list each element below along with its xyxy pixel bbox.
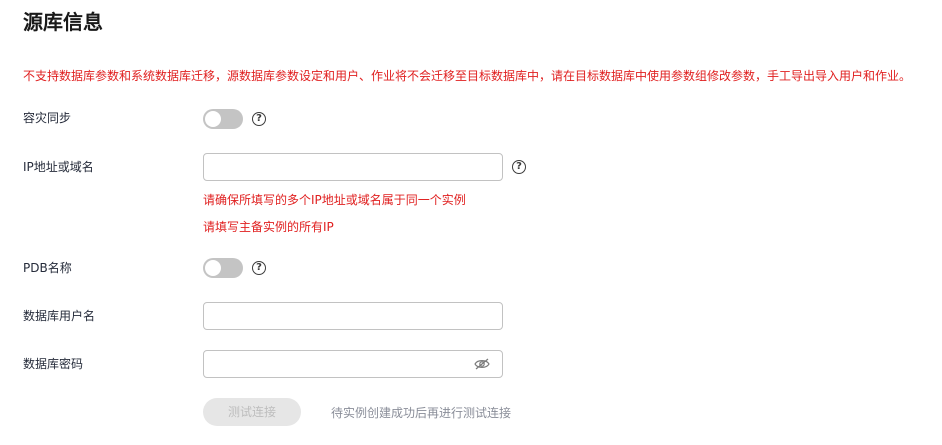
ip-domain-label: IP地址或域名 [23,160,94,174]
ip-domain-help-icon[interactable]: ? [512,160,526,174]
eye-hidden-icon[interactable] [474,358,490,370]
ip-domain-hint-same-instance: 请确保所填写的多个IP地址或域名属于同一个实例 [203,193,466,207]
db-user-field[interactable] [203,302,503,330]
toggle-knob [205,260,221,276]
source-db-info-page: 源库信息 不支持数据库参数和系统数据库迁移，源数据库参数设定和用户、作业将不会迁… [0,0,942,445]
toggle-knob [205,111,221,127]
db-password-label: 数据库密码 [23,357,84,371]
disaster-sync-toggle[interactable] [203,109,243,129]
db-user-label: 数据库用户名 [23,309,96,323]
db-password-input[interactable] [204,351,484,377]
ip-domain-field[interactable] [203,153,503,181]
pdb-name-label: PDB名称 [23,261,72,275]
migration-warning: 不支持数据库参数和系统数据库迁移，源数据库参数设定和用户、作业将不会迁移至目标数… [23,69,912,83]
ip-domain-input[interactable] [204,154,484,180]
page-title: 源库信息 [23,10,103,34]
test-connection-button[interactable]: 测试连接 [203,398,301,426]
disaster-sync-label: 容灾同步 [23,111,72,125]
disaster-sync-help-icon[interactable]: ? [252,112,266,126]
test-connection-note: 待实例创建成功后再进行测试连接 [331,406,512,420]
db-password-field[interactable] [203,350,503,378]
pdb-name-toggle[interactable] [203,258,243,278]
ip-domain-hint-all-ips: 请填写主备实例的所有IP [203,220,334,234]
pdb-name-help-icon[interactable]: ? [252,261,266,275]
db-user-input[interactable] [204,303,484,329]
